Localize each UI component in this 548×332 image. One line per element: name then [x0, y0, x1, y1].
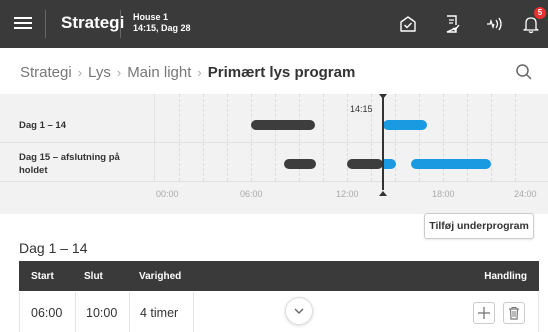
house-info[interactable]: House 1 14:15, Dag 28 — [133, 12, 191, 34]
tick-label: 00:00 — [156, 189, 179, 199]
breadcrumb-item-lys[interactable]: Lys — [88, 64, 111, 81]
breadcrumb-item-strategi[interactable]: Strategi — [20, 64, 72, 81]
timeline-row-label: Dag 15 – afslutning på holdet — [19, 152, 120, 176]
divider — [45, 10, 46, 38]
schedule-bar-future[interactable] — [383, 120, 427, 130]
tick-label: 24:00 — [514, 189, 537, 199]
chevron-right-icon: › — [197, 65, 202, 80]
delete-row-button[interactable] — [503, 302, 525, 324]
app-title: Strategi — [61, 13, 125, 32]
menu-icon[interactable] — [13, 14, 33, 34]
check-home-icon[interactable] — [397, 13, 419, 35]
table-row: 06:00 10:00 4 timer — [19, 292, 539, 332]
now-line — [382, 96, 384, 190]
tick-label: 12:00 — [336, 189, 359, 199]
house-name: House 1 — [133, 12, 169, 22]
add-row-button[interactable] — [473, 302, 495, 324]
top-bar: Strategi House 1 14:15, Dag 28 5 — [0, 0, 548, 48]
cell-end: 10:00 — [86, 306, 118, 320]
breadcrumb-item-main-light[interactable]: Main light — [127, 64, 191, 81]
schedule-bar-past[interactable] — [251, 120, 315, 130]
breadcrumb-current: Primært lys program — [207, 64, 356, 81]
column-header-end: Slut — [84, 271, 103, 282]
schedule-bar-past[interactable] — [347, 159, 383, 169]
now-time-label: 14:15 — [350, 104, 373, 114]
trash-icon — [509, 306, 519, 320]
schedule-timeline: Dag 1 – 14 Dag 15 – afslutning på holdet… — [0, 94, 548, 214]
table-header: Start Slut Varighed Handling — [19, 261, 539, 291]
row-divider — [0, 181, 548, 182]
column-header-duration: Varighed — [139, 271, 182, 282]
plus-icon — [478, 307, 490, 319]
divider — [120, 10, 121, 38]
tick-label: 18:00 — [432, 189, 455, 199]
document-edit-icon[interactable] — [441, 13, 463, 35]
section-title: Dag 1 – 14 — [19, 240, 88, 256]
bell-icon[interactable]: 5 — [520, 7, 546, 35]
expand-button[interactable] — [285, 297, 313, 325]
notification-badge: 5 — [534, 7, 546, 19]
add-subprogram-button[interactable]: Tilføj underprogram — [424, 213, 534, 239]
house-time: 14:15, Dag 28 — [133, 23, 191, 33]
breadcrumb: Strategi › Lys › Main light › Primært lys prog… — [20, 64, 355, 81]
now-marker — [379, 191, 387, 196]
row-divider — [0, 142, 548, 143]
schedule-bar-future[interactable] — [383, 159, 396, 169]
chevron-right-icon: › — [116, 65, 122, 80]
signal-icon[interactable] — [483, 13, 505, 35]
cell-duration: 4 timer — [140, 306, 179, 320]
schedule-bar-future[interactable] — [411, 159, 491, 169]
search-icon[interactable] — [514, 62, 534, 82]
column-header-action: Handling — [484, 271, 527, 282]
tick-label: 06:00 — [240, 189, 263, 199]
cell-start: 06:00 — [31, 306, 63, 320]
column-header-start: Start — [31, 271, 54, 282]
timeline-row-label: Dag 1 – 14 — [19, 120, 66, 131]
chevron-down-icon — [294, 308, 304, 314]
schedule-bar-past[interactable] — [284, 159, 316, 169]
chevron-right-icon: › — [77, 65, 83, 80]
